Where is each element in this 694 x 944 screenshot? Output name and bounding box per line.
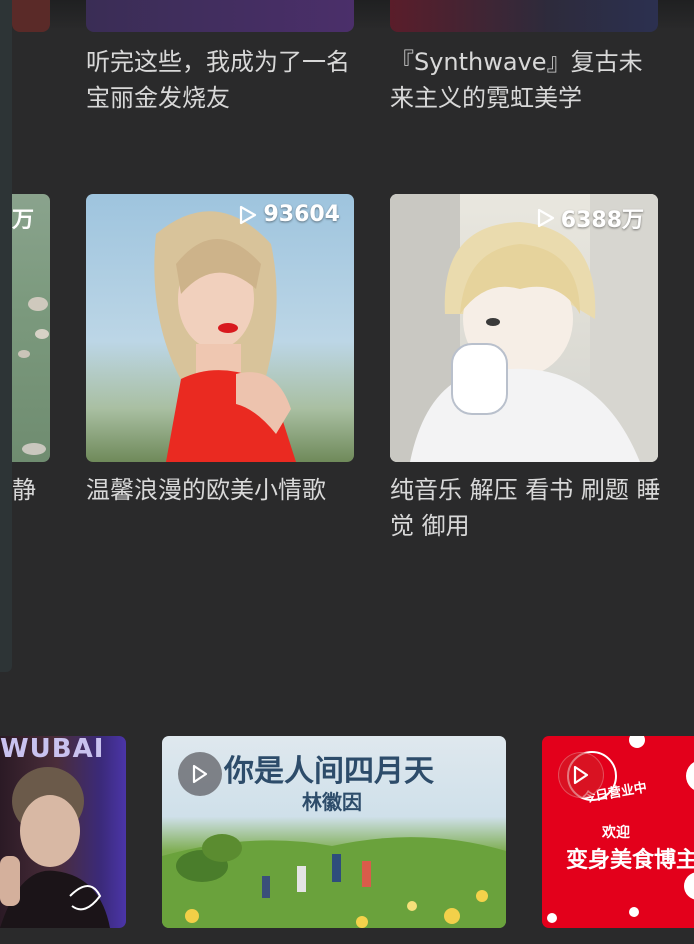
play-count: 93604 bbox=[239, 202, 340, 227]
playlist-title[interactable]: 静 bbox=[12, 472, 36, 508]
album-card[interactable]: 你是人间四月天 林徽因 bbox=[162, 736, 506, 928]
album-card-partial[interactable]: WUBAI bbox=[0, 736, 126, 928]
play-button[interactable] bbox=[558, 752, 604, 798]
album-cover-title: 变身美食博主 bbox=[566, 848, 694, 873]
playlist-title[interactable]: 听完这些，我成为了一名宝丽金发烧友 bbox=[86, 44, 361, 116]
album-cover-title: 你是人间四月天 bbox=[224, 754, 434, 789]
playlist-cover-top-left[interactable] bbox=[86, 0, 354, 32]
play-button[interactable] bbox=[178, 752, 222, 796]
playlist-card[interactable]: 93604 bbox=[86, 194, 354, 462]
play-outline-icon bbox=[573, 765, 589, 785]
play-count: 万 bbox=[12, 208, 35, 233]
play-outline-icon bbox=[240, 205, 257, 224]
album-cover-author: 林徽因 bbox=[302, 790, 362, 814]
playlist-title[interactable]: 纯音乐 解压 看书 刷题 睡觉 御用 bbox=[390, 472, 665, 544]
sidebar-edge bbox=[0, 0, 12, 672]
playlist-card[interactable]: 6388万 bbox=[390, 194, 658, 462]
playlist-cover-top-partial[interactable] bbox=[12, 0, 50, 32]
playlist-title[interactable]: 温馨浪漫的欧美小情歌 bbox=[86, 472, 361, 508]
playlist-title[interactable]: 『Synthwave』复古未来主义的霓虹美学 bbox=[390, 44, 665, 116]
playlist-card-partial[interactable]: 万 bbox=[12, 194, 50, 462]
anime-boy-illustration bbox=[390, 194, 658, 462]
singer-portrait bbox=[0, 767, 110, 928]
play-outline-icon bbox=[192, 764, 208, 784]
portrait-illustration bbox=[154, 211, 296, 462]
play-count: 6388万 bbox=[537, 202, 644, 234]
album-cover-text: WUBAI bbox=[0, 736, 105, 764]
album-card-partial[interactable]: 今日营业中 欢迎 变身美食博主 bbox=[542, 736, 694, 928]
album-cover-sub: 欢迎 bbox=[602, 825, 630, 841]
play-count-value: 93604 bbox=[263, 202, 340, 227]
play-count-value: 6388万 bbox=[560, 208, 644, 233]
play-outline-icon bbox=[537, 208, 554, 228]
playlist-cover-top-right[interactable] bbox=[390, 0, 658, 32]
sheep-illustration bbox=[18, 297, 49, 455]
